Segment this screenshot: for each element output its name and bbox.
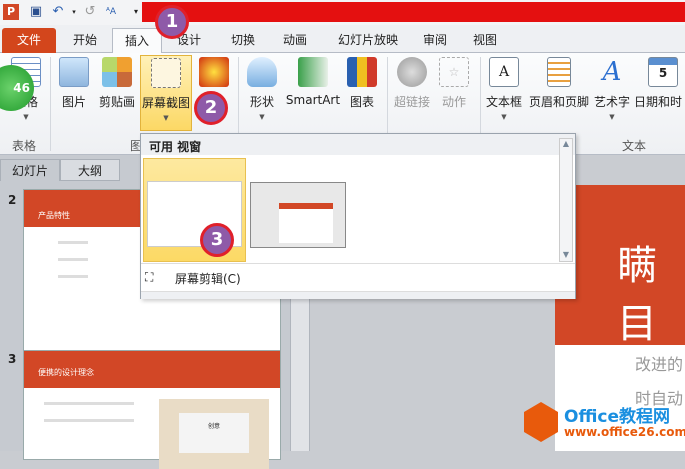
shapes-button[interactable]: 形状 ▼ bbox=[244, 57, 280, 129]
slide-thumbnail-3[interactable]: 便携的设计理念 创意 bbox=[23, 350, 281, 469]
tab-animations[interactable]: 动画 bbox=[272, 28, 318, 53]
picture-button[interactable]: 图片 bbox=[56, 57, 92, 129]
ribbon-tabs: 文件 开始 插入 设计 切换 动画 幻灯片放映 审阅 视图 bbox=[0, 25, 685, 54]
header-footer-button[interactable]: 页眉和页脚 bbox=[527, 57, 591, 129]
undo-icon[interactable]: ↶ bbox=[50, 4, 66, 20]
wordart-icon: A bbox=[602, 57, 622, 87]
header-footer-label: 页眉和页脚 bbox=[528, 95, 589, 109]
action-label: 动作 bbox=[441, 95, 466, 109]
text-size-icon[interactable]: ᴬA bbox=[103, 4, 119, 20]
window-preview bbox=[279, 203, 333, 243]
hyperlink-label: 超链接 bbox=[393, 95, 430, 109]
action-button[interactable]: ☆ 动作 bbox=[436, 57, 472, 129]
chart-icon bbox=[347, 57, 377, 87]
scroll-down-icon[interactable]: ▼ bbox=[560, 250, 572, 259]
slide-title: 便携的设计理念 bbox=[24, 351, 280, 388]
calendar-icon: 5 bbox=[648, 57, 678, 87]
chart-button[interactable]: 图表 bbox=[344, 57, 380, 129]
redo-icon[interactable]: ↺ bbox=[82, 4, 98, 20]
office-logo-icon bbox=[524, 402, 558, 442]
hyperlink-icon bbox=[397, 57, 427, 87]
tab-slideshow[interactable]: 幻灯片放映 bbox=[328, 28, 408, 53]
step-marker-3: 3 bbox=[200, 223, 234, 257]
window-thumbnail-2[interactable] bbox=[250, 182, 346, 248]
tab-transitions[interactable]: 切换 bbox=[220, 28, 266, 53]
screen-clipping-icon: ⛶ bbox=[145, 270, 154, 284]
header-footer-icon bbox=[547, 57, 571, 87]
slide-number: 2 bbox=[8, 193, 17, 207]
tab-slides[interactable]: 幻灯片 bbox=[0, 159, 60, 181]
chevron-down-icon: ▼ bbox=[501, 113, 507, 121]
group-label-tables: 表格 bbox=[12, 139, 37, 153]
undo-dropdown-icon[interactable]: ▾ bbox=[66, 4, 82, 20]
textbox-icon: A bbox=[489, 57, 519, 87]
watermark-url: www.office26.com bbox=[564, 425, 685, 439]
scroll-up-icon[interactable]: ▲ bbox=[560, 139, 572, 148]
tab-review[interactable]: 审阅 bbox=[412, 28, 458, 53]
powerpoint-app-icon[interactable]: P bbox=[3, 4, 19, 20]
picture-icon bbox=[59, 57, 89, 87]
chevron-down-icon: ▼ bbox=[163, 114, 169, 122]
chart-label: 图表 bbox=[349, 95, 374, 109]
chevron-down-icon: ▼ bbox=[259, 113, 265, 121]
clipart-icon bbox=[102, 57, 132, 87]
screen-clipping-label: 屏幕剪辑(C) bbox=[175, 272, 241, 286]
wordart-label: 艺术字 bbox=[593, 95, 630, 109]
step-marker-1: 1 bbox=[155, 5, 189, 39]
photo-album-icon bbox=[199, 57, 229, 87]
slide-number: 3 bbox=[8, 352, 17, 366]
star-icon: ☆ bbox=[439, 57, 469, 87]
textbox-button[interactable]: A 文本框 ▼ bbox=[484, 57, 524, 129]
title-bar-redacted bbox=[142, 2, 685, 22]
smartart-label: SmartArt bbox=[285, 93, 341, 107]
shapes-label: 形状 bbox=[249, 95, 274, 109]
tab-outline[interactable]: 大纲 bbox=[60, 159, 120, 181]
group-label-text: 文本 bbox=[622, 139, 647, 153]
available-windows-header: 可用 视窗 bbox=[141, 134, 575, 155]
save-icon[interactable]: ▣ bbox=[28, 4, 44, 20]
clipart-button[interactable]: 剪贴画 bbox=[96, 57, 138, 129]
chevron-down-icon: ▼ bbox=[23, 113, 29, 121]
shapes-icon bbox=[247, 57, 277, 87]
screenshot-icon bbox=[151, 58, 181, 88]
tab-file[interactable]: 文件 bbox=[2, 28, 56, 53]
screenshot-label: 屏幕截图 bbox=[141, 96, 190, 110]
gallery-scrollbar[interactable]: ▲ ▼ bbox=[559, 138, 573, 262]
datetime-button[interactable]: 5 日期和时 bbox=[634, 57, 685, 129]
tab-view[interactable]: 视图 bbox=[462, 28, 508, 53]
picture-label: 图片 bbox=[61, 95, 86, 109]
screenshot-dropdown: 可用 视窗 ▲ ▼ ⛶ 屏幕剪辑(C) bbox=[140, 133, 576, 299]
tab-insert[interactable]: 插入 bbox=[112, 28, 162, 54]
quick-access-toolbar: P ▣ ↶ ▾ ↺ ᴬA ▾ bbox=[0, 0, 685, 25]
hyperlink-button[interactable]: 超链接 bbox=[392, 57, 432, 129]
chevron-down-icon: ▼ bbox=[609, 113, 615, 121]
watermark: Office教程网 www.office26.com bbox=[524, 400, 685, 446]
datetime-label: 日期和时 bbox=[634, 95, 683, 109]
step-marker-2: 2 bbox=[194, 91, 228, 125]
textbox-label: 文本框 bbox=[485, 95, 522, 109]
smartart-icon bbox=[298, 57, 328, 87]
resize-grip[interactable] bbox=[141, 291, 575, 299]
card-text: 创意 bbox=[179, 413, 249, 453]
clipart-label: 剪贴画 bbox=[98, 95, 135, 109]
slide-text: 改进的 bbox=[635, 355, 684, 374]
watermark-brand: Office教程网 bbox=[564, 407, 671, 427]
tab-home[interactable]: 开始 bbox=[62, 28, 108, 53]
slide-image: 创意 bbox=[159, 399, 269, 469]
screenshot-button[interactable]: 屏幕截图 ▼ bbox=[140, 55, 192, 131]
screen-clipping-item[interactable]: ⛶ 屏幕剪辑(C) bbox=[141, 263, 575, 291]
smartart-button[interactable]: SmartArt bbox=[284, 57, 342, 129]
wordart-button[interactable]: A 艺术字 ▼ bbox=[592, 57, 632, 129]
